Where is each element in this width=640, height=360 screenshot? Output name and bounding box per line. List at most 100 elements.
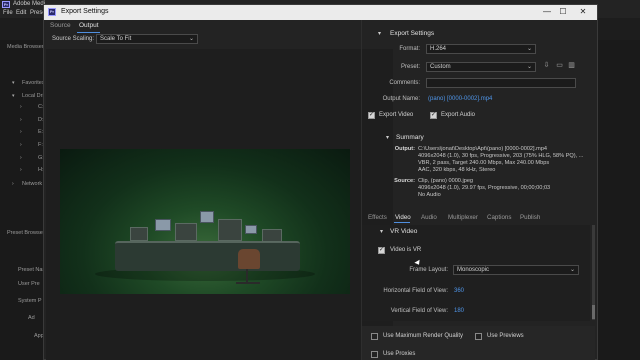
adobe-presets-label[interactable]: Ad	[28, 315, 35, 321]
preview-area	[46, 49, 393, 360]
source-scaling-label: Source Scaling:	[52, 36, 95, 42]
use-proxies-checkbox[interactable]	[371, 351, 378, 358]
output-name-link[interactable]: (pano) [0000-0002].mp4	[428, 96, 492, 102]
export-audio-label: Export Audio	[441, 112, 476, 118]
tab-captions[interactable]: Captions	[487, 214, 511, 221]
tab-audio[interactable]: Audio	[421, 214, 437, 221]
media-browser-panel: Media Browser ▾ Favorites ▾ Local Dri › …	[0, 40, 45, 225]
frame-layout-label: Frame Layout:	[409, 267, 448, 273]
summary-output-label: Output:	[394, 146, 415, 152]
monitor	[245, 225, 257, 234]
frame-layout-value: Monoscopic	[457, 267, 490, 273]
chevron-down-icon: ⌄	[188, 36, 194, 42]
menu-edit[interactable]: Edit	[16, 10, 26, 16]
chevron-down-icon[interactable]: ▾	[378, 30, 381, 37]
max-render-quality-label: Use Maximum Render Quality	[383, 333, 464, 339]
preset-label: Preset:	[400, 64, 420, 70]
v-fov-value[interactable]: 180	[454, 308, 464, 314]
active-tab-indicator	[77, 32, 100, 33]
format-value: H.264	[430, 46, 447, 52]
use-proxies-label: Use Proxies	[383, 351, 416, 357]
import-preset-icon[interactable]: ▭	[555, 62, 564, 70]
use-previews-label: Use Previews	[487, 333, 524, 339]
dialog-title: Export Settings	[61, 8, 109, 15]
vr-video-header[interactable]: VR Video	[390, 228, 417, 235]
preset-value: Custom	[430, 64, 451, 70]
tab-multiplexer[interactable]: Multiplexer	[448, 214, 478, 221]
delete-preset-icon[interactable]: ▥	[567, 62, 576, 70]
favorites-label[interactable]: Favorites	[22, 80, 45, 86]
device	[175, 223, 197, 241]
chevron-down-icon[interactable]: ▾	[386, 134, 389, 141]
device	[218, 219, 242, 241]
chevron-down-icon[interactable]: ▾	[12, 93, 15, 99]
export-settings-header[interactable]: Export Settings	[390, 30, 434, 37]
chevron-down-icon[interactable]: ▾	[12, 80, 15, 86]
preview-image	[60, 149, 350, 294]
user-presets-label[interactable]: User Pre	[18, 281, 40, 287]
format-select[interactable]: H.264 ⌄	[426, 44, 536, 54]
comments-input[interactable]	[426, 78, 576, 88]
source-scaling-select[interactable]: Scale To Fit ⌄	[96, 34, 198, 44]
summary-source-label: Source:	[394, 178, 415, 184]
right-bg-panel	[598, 40, 640, 360]
premiere-logo-icon: Pr	[2, 1, 10, 8]
device	[130, 227, 148, 241]
dialog-titlebar[interactable]: Pr Export Settings — ☐ ✕	[44, 5, 597, 20]
chevron-down-icon: ⌄	[526, 46, 532, 52]
chevron-right-icon[interactable]: ›	[20, 167, 22, 173]
save-preset-icon[interactable]: ⇩	[542, 62, 551, 70]
summary-header[interactable]: Summary	[396, 134, 424, 141]
tab-output[interactable]: Output	[79, 22, 99, 29]
monitor	[200, 211, 214, 223]
chevron-down-icon: ⌄	[569, 267, 575, 273]
device	[262, 229, 282, 242]
monitor	[155, 219, 171, 231]
chevron-right-icon[interactable]: ›	[20, 155, 22, 161]
tab-publish[interactable]: Publish	[520, 214, 540, 221]
maximize-button[interactable]: ☐	[554, 6, 572, 18]
output-name-label: Output Name:	[382, 96, 420, 102]
video-is-vr-checkbox[interactable]: ✓	[378, 247, 385, 254]
h-fov-value[interactable]: 360	[454, 288, 464, 294]
format-label: Format:	[399, 46, 420, 52]
max-render-quality-checkbox[interactable]	[371, 333, 378, 340]
tab-effects[interactable]: Effects	[368, 214, 387, 221]
video-is-vr-label: Video is VR	[390, 247, 422, 253]
desk	[115, 241, 300, 271]
preset-browser-panel: Preset Browser Preset Nam User Pre Syste…	[0, 225, 47, 360]
h-fov-label: Horizontal Field of View:	[383, 288, 448, 294]
preset-select[interactable]: Custom ⌄	[426, 62, 536, 72]
summary-source-line: No Audio	[418, 192, 441, 198]
preset-browser-label: Preset Browser	[7, 230, 45, 236]
system-presets-label[interactable]: System P	[18, 298, 42, 304]
chevron-right-icon[interactable]: ›	[12, 181, 14, 187]
frame-layout-select[interactable]: Monoscopic ⌄	[453, 265, 579, 275]
menu-file[interactable]: File	[3, 10, 13, 16]
summary-output-line: AAC, 320 kbps, 48 kHz, Stereo	[418, 167, 496, 173]
export-video-label: Export Video	[379, 112, 414, 118]
source-scaling-value: Scale To Fit	[100, 36, 132, 42]
chevron-down-icon: ⌄	[526, 64, 532, 70]
active-subtab-indicator	[394, 222, 410, 223]
v-fov-label: Vertical Field of View:	[390, 308, 448, 314]
close-button[interactable]: ✕	[574, 6, 592, 18]
app-title: Adobe Medi	[13, 1, 46, 7]
chevron-right-icon[interactable]: ›	[20, 129, 22, 135]
local-drives-label[interactable]: Local Dri	[22, 93, 44, 99]
export-video-checkbox[interactable]: ✓	[368, 112, 375, 119]
export-audio-checkbox[interactable]: ✓	[430, 112, 437, 119]
chevron-right-icon[interactable]: ›	[20, 142, 22, 148]
network-label[interactable]: Network	[22, 181, 42, 187]
chevron-right-icon[interactable]: ›	[20, 117, 22, 123]
use-previews-checkbox[interactable]	[475, 333, 482, 340]
premiere-logo-icon: Pr	[48, 8, 56, 16]
chair	[238, 249, 260, 269]
chair-leg	[246, 269, 248, 283]
chevron-right-icon[interactable]: ›	[20, 104, 22, 110]
tab-source[interactable]: Source	[50, 22, 71, 29]
settings-scroll-thumb[interactable]	[592, 305, 595, 319]
tab-video[interactable]: Video	[395, 214, 411, 221]
comments-label: Comments:	[389, 80, 420, 86]
chevron-down-icon[interactable]: ▾	[380, 228, 383, 235]
